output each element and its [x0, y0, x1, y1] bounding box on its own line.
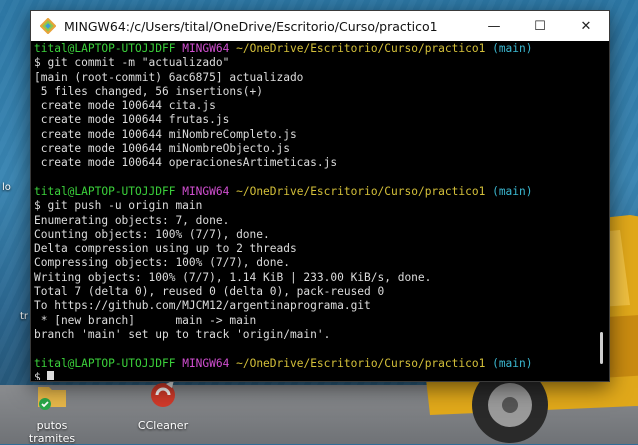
maximize-button[interactable]: ☐: [517, 11, 563, 41]
prompt-line: tital@LAPTOP-UTOJJDFF MINGW64 ~/OneDrive…: [34, 357, 597, 371]
output-line: branch 'main' set up to track 'origin/ma…: [34, 327, 331, 341]
prompt-user: tital@LAPTOP-UTOJJDFF: [34, 356, 176, 370]
ccleaner-icon: [151, 380, 175, 407]
output-line: [main (root-commit) 6ac6875] actualizado: [34, 70, 304, 84]
output-line: create mode 100644 cita.js: [34, 99, 216, 113]
prompt-shell: MINGW64: [182, 356, 230, 370]
git-bash-window[interactable]: MINGW64:/c/Users/tital/OneDrive/Escritor…: [30, 10, 610, 382]
prompt-path: ~/OneDrive/Escritorio/Curso/practico1: [236, 184, 486, 198]
desktop-edge-label: lo: [2, 182, 11, 193]
prompt-line: tital@LAPTOP-UTOJJDFF MINGW64 ~/OneDrive…: [34, 42, 597, 56]
output-line: create mode 100644 miNombreCompleto.js: [34, 127, 297, 141]
output-line: create mode 100644 frutas.js: [34, 113, 230, 127]
title-bar[interactable]: MINGW64:/c/Users/tital/OneDrive/Escritor…: [31, 11, 609, 41]
prompt-shell: MINGW64: [182, 42, 230, 55]
terminal-scrollbar[interactable]: [597, 42, 607, 380]
command-prompt: $: [34, 370, 48, 380]
folder-icon: [38, 387, 66, 410]
minimize-icon: —: [487, 18, 501, 34]
prompt-user: tital@LAPTOP-UTOJJDFF: [34, 42, 176, 55]
window-title: MINGW64:/c/Users/tital/OneDrive/Escritor…: [64, 18, 438, 34]
output-line: create mode 100644 operacionesArtimetica…: [34, 156, 338, 170]
prompt-shell: MINGW64: [182, 184, 230, 198]
output-line: To https://github.com/MJCM12/argentinapr…: [34, 299, 371, 313]
prompt-branch: (main): [492, 42, 533, 55]
prompt-branch: (main): [492, 184, 533, 198]
desktop-icon-putos-tramites[interactable]: putos tramites: [12, 378, 92, 445]
close-button[interactable]: ✕: [563, 11, 609, 41]
minimize-button[interactable]: —: [471, 11, 517, 41]
output-line: Total 7 (delta 0), reused 0 (delta 0), p…: [34, 285, 385, 299]
prompt-line: tital@LAPTOP-UTOJJDFF MINGW64 ~/OneDrive…: [34, 185, 597, 199]
command-line: $ git commit -m "actualizado": [34, 56, 230, 70]
desktop-icon-label: CCleaner: [137, 419, 189, 432]
output-line: Enumerating objects: 7, done.: [34, 213, 230, 227]
command-line: $ git push -u origin main: [34, 199, 203, 213]
terminal-output[interactable]: tital@LAPTOP-UTOJJDFF MINGW64 ~/OneDrive…: [31, 42, 597, 380]
close-icon: ✕: [580, 18, 592, 34]
prompt-user: tital@LAPTOP-UTOJJDFF: [34, 184, 176, 198]
maximize-icon: ☐: [534, 18, 546, 34]
output-line: * [new branch] main -> main: [34, 313, 257, 327]
command-input-line[interactable]: $: [34, 370, 597, 380]
git-bash-icon: [40, 18, 56, 34]
prompt-path: ~/OneDrive/Escritorio/Curso/practico1: [236, 356, 486, 370]
text-cursor: [47, 370, 55, 380]
output-line: Counting objects: 100% (7/7), done.: [34, 227, 270, 241]
output-line: Delta compression using up to 2 threads: [34, 242, 297, 256]
output-line: Writing objects: 100% (7/7), 1.14 KiB | …: [34, 270, 432, 284]
desktop-icon-ccleaner[interactable]: CCleaner: [123, 378, 203, 432]
desktop-edge-label: tr: [20, 311, 29, 322]
output-line: 5 files changed, 56 insertions(+): [34, 84, 264, 98]
output-line: Compressing objects: 100% (7/7), done.: [34, 256, 290, 270]
desktop-icon-label: putos tramites: [28, 419, 76, 445]
prompt-branch: (main): [492, 356, 533, 370]
output-line: create mode 100644 miNombreObjecto.js: [34, 142, 290, 156]
prompt-path: ~/OneDrive/Escritorio/Curso/practico1: [236, 42, 486, 55]
scrollbar-thumb[interactable]: [600, 332, 603, 364]
